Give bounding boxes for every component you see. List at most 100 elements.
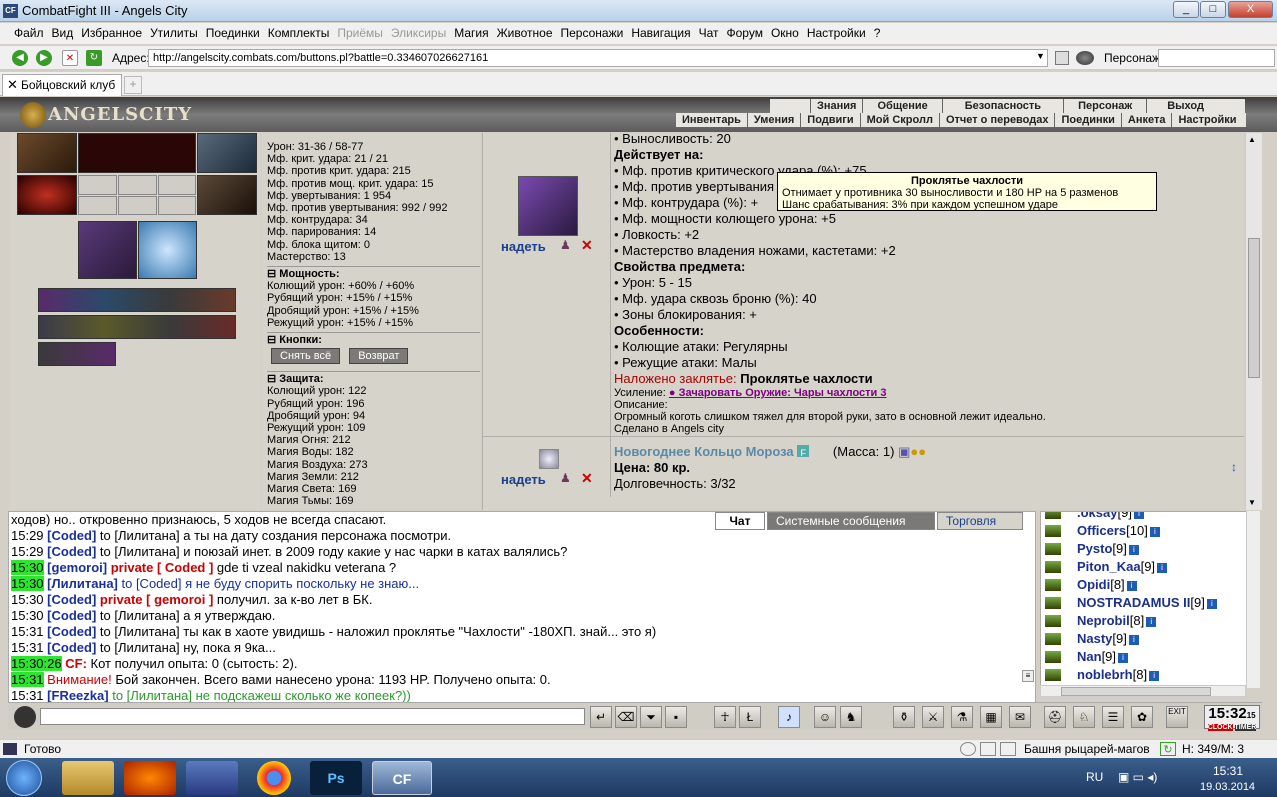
legs-slot[interactable] <box>197 175 257 215</box>
address-dropdown-icon[interactable]: ▼ <box>1036 51 1045 61</box>
chat-nick[interactable]: [Лилитана] <box>47 576 118 591</box>
list-icon[interactable] <box>980 742 996 756</box>
menu-favorites[interactable]: Избранное <box>77 23 146 43</box>
rune-slot-3[interactable] <box>158 196 196 215</box>
ring-slot-2[interactable] <box>118 175 157 195</box>
fist-icon[interactable] <box>14 706 36 728</box>
section-power[interactable]: ⊟ Мощность: <box>267 266 480 280</box>
belt-slot[interactable] <box>17 175 77 215</box>
scroll-tool-icon[interactable]: ✉ <box>1009 706 1031 728</box>
sell-icon-2[interactable]: ♟ <box>560 471 571 485</box>
group-icon[interactable]: ✿ <box>1131 706 1153 728</box>
chat-nick[interactable]: Внимание! <box>47 672 112 687</box>
block-icon[interactable] <box>1055 51 1069 65</box>
nav-social[interactable]: Общение <box>862 99 941 113</box>
room-icon[interactable] <box>1045 543 1061 555</box>
exit-icon[interactable]: EXIT <box>1166 706 1188 728</box>
chat-timestamp[interactable]: 15:31 <box>11 640 44 655</box>
delete-icon-2[interactable]: ✕ <box>581 470 593 487</box>
stop-icon[interactable]: ✕ <box>62 50 78 66</box>
spell-belt-row-2[interactable] <box>38 315 236 339</box>
persona-select[interactable] <box>1158 49 1275 67</box>
menu-forum[interactable]: Форум <box>723 23 767 43</box>
user-item[interactable]: Nasty[9] i <box>1041 630 1259 648</box>
tray-date[interactable]: 19.03.2014 <box>1200 781 1255 793</box>
ring-slot-3[interactable] <box>158 175 196 195</box>
tray-time[interactable]: 15:31 <box>1213 764 1243 778</box>
spell-name[interactable]: Проклятье чахлости <box>740 371 872 386</box>
refresh-location-icon[interactable]: ↻ <box>1160 742 1176 756</box>
horse-icon[interactable]: ♘ <box>1073 706 1095 728</box>
start-button[interactable] <box>6 760 42 796</box>
menu-elixirs[interactable]: Эликсиры <box>387 23 450 43</box>
nav-settings[interactable]: Настройки <box>1171 113 1242 127</box>
scroll-thumb[interactable] <box>1248 238 1260 378</box>
menu-view[interactable]: Вид <box>48 23 78 43</box>
potion-icon[interactable]: ⚗ <box>951 706 973 728</box>
nav-transfer-report[interactable]: Отчет о переводах <box>938 113 1055 127</box>
chest-icon[interactable]: ▦ <box>980 706 1002 728</box>
forward-icon[interactable]: ▶ <box>36 50 52 66</box>
user-name[interactable]: Piton_Kaa <box>1077 559 1141 574</box>
info-icon[interactable]: i <box>1146 616 1157 627</box>
maximize-button[interactable]: □ <box>1200 1 1226 18</box>
section-buttons[interactable]: ⊟ Кнопки: <box>267 332 480 346</box>
user-item[interactable]: Nan[9] i <box>1041 648 1259 666</box>
music-icon[interactable]: ♪ <box>778 706 800 728</box>
menu-characters[interactable]: Персонажи <box>557 23 628 43</box>
info-icon[interactable]: i <box>1149 526 1160 537</box>
bag-icon[interactable]: ⚱ <box>893 706 915 728</box>
info-icon[interactable]: i <box>1206 598 1217 609</box>
room-icon[interactable] <box>1045 561 1061 573</box>
user-item[interactable]: Pysto[9] i <box>1041 540 1259 558</box>
spell-belt-row-1[interactable] <box>38 288 236 312</box>
chat-nick[interactable]: [Coded] <box>47 528 96 543</box>
chat-nick[interactable]: [gemoroi] <box>47 560 107 575</box>
tab-chat[interactable]: Чат <box>715 512 765 530</box>
user-name[interactable]: Neprobil <box>1077 613 1130 628</box>
address-input[interactable]: http://angelscity.combats.com/buttons.pl… <box>148 49 1048 67</box>
item-scrollbar[interactable]: ▲ ▼ <box>1245 133 1262 510</box>
room-icon[interactable] <box>1045 669 1061 681</box>
user-item[interactable]: Piton_Kaa[9] i <box>1041 558 1259 576</box>
room-icon[interactable] <box>1045 651 1061 663</box>
doc-icon[interactable] <box>1000 742 1016 756</box>
info-icon[interactable]: i <box>1157 562 1168 573</box>
user-item[interactable]: Neprobil[8] i <box>1041 612 1259 630</box>
ring-slot-1[interactable] <box>78 175 117 195</box>
save-icon[interactable]: ▪ <box>665 706 687 728</box>
users-scrollbar[interactable] <box>1246 511 1260 688</box>
chat-timestamp[interactable]: 15:31 <box>11 672 44 687</box>
rune-slot-1[interactable] <box>78 196 117 215</box>
floppy-icon[interactable] <box>186 761 238 795</box>
remove-all-button[interactable]: Снять всё <box>271 348 341 365</box>
explorer-icon[interactable] <box>62 761 114 795</box>
user-item[interactable]: Opidi[8] i <box>1041 576 1259 594</box>
menu-techniques[interactable]: Приёмы <box>333 23 387 43</box>
user-name[interactable]: Pysto <box>1077 541 1112 556</box>
user-item[interactable]: NOSTRADAMUS II[9] i <box>1041 594 1259 612</box>
menu-file[interactable]: Файл <box>10 23 48 43</box>
send-icon[interactable]: ↵ <box>590 706 612 728</box>
translit-icon[interactable]: Ł <box>739 706 761 728</box>
nav-exit[interactable]: Выход <box>1146 99 1224 113</box>
room-icon[interactable] <box>1045 633 1061 645</box>
user-name[interactable]: NOSTRADAMUS II <box>1077 595 1190 610</box>
scroll-down-icon[interactable]: ▼ <box>1248 498 1256 507</box>
chat-timestamp[interactable]: 15:31 <box>11 688 44 703</box>
user-name[interactable]: noblebrh <box>1077 667 1133 682</box>
minimize-button[interactable]: _ <box>1173 1 1199 18</box>
user-item[interactable]: noblebrh[8] i <box>1041 666 1259 684</box>
user-name[interactable]: Opidi <box>1077 577 1110 592</box>
nav-feats[interactable]: Подвиги <box>800 113 859 127</box>
chat-nick[interactable]: [FReezka] <box>47 688 108 703</box>
section-defense[interactable]: ⊟ Защита: <box>267 371 480 385</box>
info-icon[interactable]: i <box>1118 652 1129 663</box>
history-icon[interactable] <box>960 742 976 756</box>
chat-timestamp[interactable]: 15:30 <box>11 608 44 623</box>
info-icon[interactable]: i <box>1128 544 1139 555</box>
nav-knowledge[interactable]: Знания <box>810 99 862 113</box>
menu-utilities[interactable]: Утилиты <box>146 23 202 43</box>
wear-link[interactable]: надеть <box>501 239 546 254</box>
chat-timestamp[interactable]: 15:30 <box>11 592 44 607</box>
